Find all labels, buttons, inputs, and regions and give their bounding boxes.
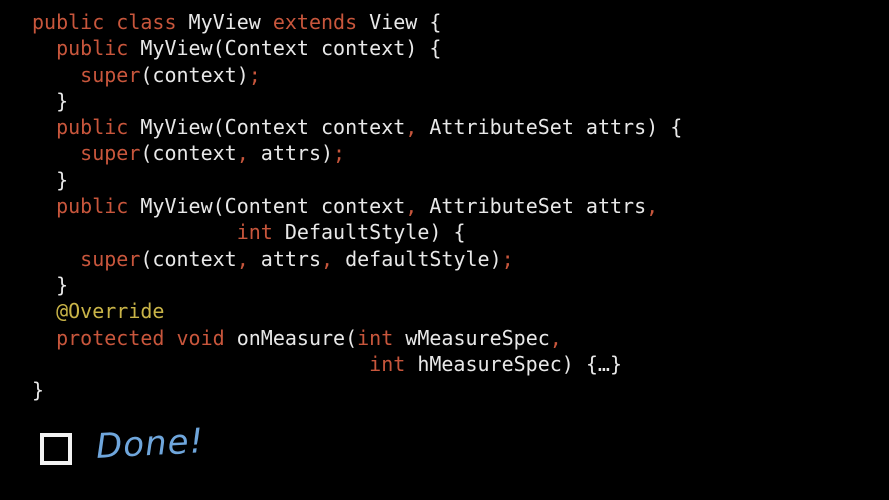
- code-keyword: ,: [236, 246, 249, 271]
- done-checkbox[interactable]: [40, 433, 72, 465]
- code-keyword: public: [32, 194, 141, 219]
- code-line: public class MyView extends View {: [32, 9, 682, 35]
- code-text: MyView(Context context: [140, 115, 406, 140]
- code-text: defaultStyle): [333, 246, 502, 271]
- code-keyword: public class: [32, 10, 189, 34]
- code-snippet: public class MyView extends View { publi…: [32, 9, 682, 403]
- code-line: }: [32, 167, 682, 193]
- code-keyword: super: [32, 141, 141, 166]
- code-text: }: [32, 167, 69, 192]
- code-line: int DefaultStyle) {: [32, 219, 682, 245]
- code-text: wMeasureSpec: [405, 325, 550, 350]
- code-keyword: extends: [272, 10, 370, 34]
- code-keyword: int: [32, 220, 285, 245]
- code-keyword: ,: [405, 115, 418, 140]
- code-text: MyView(Context context) {: [140, 36, 442, 61]
- done-label: Done!: [95, 421, 206, 467]
- code-keyword: ,: [646, 194, 659, 219]
- code-line: }: [32, 272, 682, 298]
- code-text: View {: [369, 10, 442, 34]
- code-text: }: [32, 272, 69, 297]
- code-line: super(context, attrs);: [32, 140, 682, 166]
- code-keyword: ,: [549, 325, 562, 350]
- code-text: }: [32, 88, 69, 113]
- code-text: onMeasure(: [236, 325, 358, 350]
- code-keyword: public: [32, 115, 141, 140]
- code-line: int hMeasureSpec) {…}: [32, 351, 682, 377]
- code-text: attrs: [248, 246, 321, 271]
- code-line: super(context, attrs, defaultStyle);: [32, 246, 682, 272]
- code-text: attrs): [248, 141, 334, 166]
- code-text: AttributeSet attrs: [417, 194, 647, 219]
- code-keyword: super: [32, 246, 141, 271]
- code-keyword: ,: [321, 246, 334, 271]
- code-keyword: protected void: [32, 325, 237, 350]
- code-text: AttributeSet attrs) {: [417, 115, 683, 140]
- code-text: DefaultStyle) {: [284, 220, 466, 245]
- code-keyword: int: [357, 325, 406, 350]
- code-keyword: ;: [248, 62, 261, 87]
- code-keyword: ;: [333, 141, 346, 166]
- code-text: (context: [140, 246, 237, 271]
- code-line: public MyView(Context context) {: [32, 35, 682, 61]
- code-line: public MyView(Context context, Attribute…: [32, 114, 682, 140]
- code-line: protected void onMeasure(int wMeasureSpe…: [32, 325, 682, 351]
- code-text: (context): [140, 62, 249, 87]
- code-keyword: int: [32, 351, 418, 376]
- code-keyword: public: [32, 36, 141, 61]
- done-task[interactable]: Done!: [40, 421, 206, 474]
- code-line: @Override: [32, 298, 682, 324]
- code-line: public MyView(Content context, Attribute…: [32, 193, 682, 219]
- code-text: hMeasureSpec) {…}: [417, 351, 623, 376]
- code-line: }: [32, 377, 682, 403]
- code-text: MyView: [188, 10, 273, 34]
- code-keyword: super: [32, 62, 141, 87]
- code-line: }: [32, 88, 682, 114]
- code-text: MyView(Content context: [140, 194, 406, 219]
- code-line: super(context);: [32, 62, 682, 88]
- code-text: (context: [140, 141, 237, 166]
- code-keyword: ,: [236, 141, 249, 166]
- code-annotation: @Override: [32, 299, 165, 324]
- code-text: }: [32, 378, 45, 403]
- code-keyword: ,: [405, 194, 418, 219]
- code-keyword: ;: [501, 246, 514, 271]
